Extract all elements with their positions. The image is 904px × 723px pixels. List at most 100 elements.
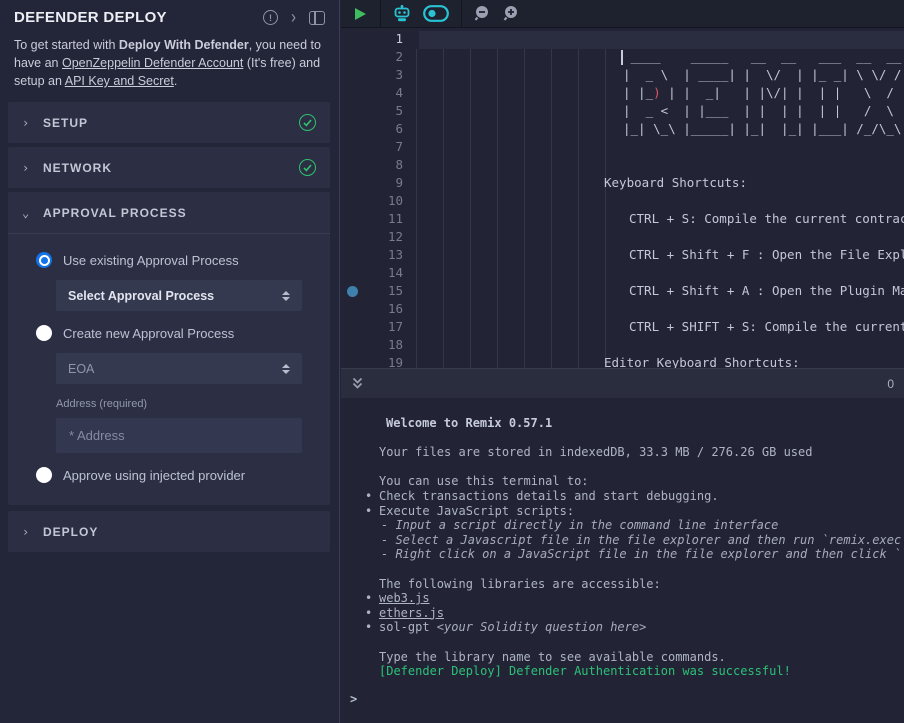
terminal-line: Welcome to Remix 0.57.1 (341, 416, 904, 431)
radio-create-new-approval[interactable]: Create new Approval Process (36, 325, 310, 341)
intro-text: To get started with Deploy With Defender… (0, 26, 339, 102)
section-deploy-header[interactable]: › DEPLOY (8, 511, 330, 552)
chevron-right-icon: › (22, 161, 32, 175)
line-number[interactable]: 11 (341, 211, 403, 229)
zoom-in-icon[interactable] (503, 5, 520, 22)
terminal-prompt[interactable]: > (341, 691, 904, 707)
line-number[interactable]: 8 (341, 157, 403, 175)
code-line: |_| \_\ |_____| |_| |_| |___| /_/\_\ (416, 121, 904, 139)
code-line: | _ < | |___ | | | | | | / \ (416, 103, 904, 121)
radio-approve-injected-provider[interactable]: Approve using injected provider (36, 467, 310, 483)
select-approval-process-dropdown[interactable]: Select Approval Process (56, 280, 302, 311)
defender-deploy-panel: DEFENDER DEPLOY ! › To get started with … (0, 0, 340, 723)
code-content: ____ _____ __ __ ___ __ __| _ \ | ____| … (416, 31, 904, 369)
approval-process-body: Use existing Approval Process Select App… (8, 233, 330, 505)
section-label: APPROVAL PROCESS (43, 206, 316, 220)
address-field-label: Address (required) (56, 398, 310, 410)
terminal-line: web3.js (341, 591, 904, 606)
code-line (416, 139, 904, 157)
terminal-line: - Select a Javascript file in the file e… (341, 533, 904, 548)
line-number[interactable]: 12 (341, 229, 403, 247)
line-number[interactable]: 13 (341, 247, 403, 265)
check-circle-icon (299, 114, 316, 131)
section-deploy: › DEPLOY (8, 511, 330, 552)
main-area: 12345678910111213141516171819 ____ _____… (341, 0, 904, 723)
code-line (416, 157, 904, 175)
chevron-right-icon: › (22, 116, 32, 130)
terminal-line: [Defender Deploy] Defender Authenticatio… (341, 664, 904, 679)
code-line (416, 265, 904, 283)
radio-unselected-icon[interactable] (36, 467, 52, 483)
terminal-line: The following libraries are accessible: (341, 577, 904, 592)
chevron-right-icon[interactable]: › (291, 9, 296, 27)
collapse-terminal-icon[interactable] (351, 377, 364, 390)
code-line: Keyboard Shortcuts: (416, 175, 904, 193)
code-line: CTRL + S: Compile the current contract (416, 211, 904, 229)
line-number[interactable]: 10 (341, 193, 403, 211)
sort-arrows-icon (282, 364, 290, 374)
terminal-line: ethers.js (341, 606, 904, 621)
run-script-button[interactable] (352, 6, 368, 22)
approval-type-dropdown[interactable]: EOA (56, 353, 302, 384)
split-panel-icon[interactable] (309, 11, 325, 25)
line-number[interactable]: 7 (341, 139, 403, 157)
line-number[interactable]: 19 (341, 355, 403, 369)
line-number[interactable]: 3 (341, 67, 403, 85)
line-number-gutter[interactable]: 12345678910111213141516171819 (341, 31, 403, 369)
copilot-toggle[interactable] (423, 5, 449, 22)
sort-arrows-icon (282, 291, 290, 301)
section-setup: › SETUP (8, 102, 330, 143)
link[interactable]: web3.js (379, 591, 430, 605)
radio-selected-icon[interactable] (36, 252, 52, 268)
line-number[interactable]: 16 (341, 301, 403, 319)
line-number[interactable]: 2 (341, 49, 403, 67)
dropdown-value: EOA (68, 362, 94, 376)
terminal-line: - Right click on a JavaScript file in th… (341, 547, 904, 562)
terminal-line: Type the library name to see available c… (341, 650, 904, 665)
editor-toolbar (341, 0, 904, 28)
terminal-header-bar: 0 (341, 368, 904, 398)
radio-use-existing-approval[interactable]: Use existing Approval Process (36, 252, 310, 268)
chevron-down-icon: ⌄ (22, 206, 32, 220)
line-number[interactable]: 9 (341, 175, 403, 193)
code-line: CTRL + Shift + F : Open the File Explore… (416, 247, 904, 265)
line-number[interactable]: 4 (341, 85, 403, 103)
code-line (416, 229, 904, 247)
terminal[interactable]: Welcome to Remix 0.57.1 Your files are st… (341, 398, 904, 723)
chevron-right-icon: › (22, 525, 32, 539)
toolbar-separator (380, 0, 381, 28)
line-number[interactable]: 6 (341, 121, 403, 139)
address-input[interactable] (56, 418, 302, 453)
section-setup-header[interactable]: › SETUP (8, 102, 330, 143)
check-circle-icon (299, 159, 316, 176)
line-number[interactable]: 1 (341, 31, 403, 49)
code-line: Editor Keyboard Shortcuts: (416, 355, 904, 369)
section-network: › NETWORK (8, 147, 330, 188)
toolbar-separator (461, 0, 462, 28)
line-number[interactable]: 14 (341, 265, 403, 283)
link[interactable]: ethers.js (379, 606, 444, 620)
line-number[interactable]: 5 (341, 103, 403, 121)
code-line: CTRL + SHIFT + S: Compile the current co… (416, 319, 904, 337)
terminal-line: - Input a script directly in the command… (341, 518, 904, 533)
panel-header: DEFENDER DEPLOY ! › (0, 0, 339, 26)
breakpoint-dot[interactable] (347, 286, 358, 297)
section-network-header[interactable]: › NETWORK (8, 147, 330, 188)
radio-label: Use existing Approval Process (63, 253, 239, 268)
line-number[interactable]: 17 (341, 319, 403, 337)
zoom-out-icon[interactable] (474, 5, 491, 22)
section-label: NETWORK (43, 161, 288, 175)
section-label: SETUP (43, 116, 288, 130)
radio-label: Create new Approval Process (63, 326, 234, 341)
code-line (416, 337, 904, 355)
terminal-line: Your files are stored in indexedDB, 33.3… (341, 445, 904, 460)
ai-robot-icon[interactable] (393, 5, 411, 22)
line-number[interactable]: 18 (341, 337, 403, 355)
radio-unselected-icon[interactable] (36, 325, 52, 341)
code-editor[interactable]: 12345678910111213141516171819 ____ _____… (341, 29, 904, 369)
code-line: | |_) | | _| | |\/| | | | \ / (416, 85, 904, 103)
link[interactable]: OpenZeppelin Defender Account (62, 56, 243, 70)
link[interactable]: API Key and Secret (65, 74, 174, 88)
info-icon[interactable]: ! (263, 10, 278, 25)
section-approval-header[interactable]: ⌄ APPROVAL PROCESS (8, 192, 330, 233)
